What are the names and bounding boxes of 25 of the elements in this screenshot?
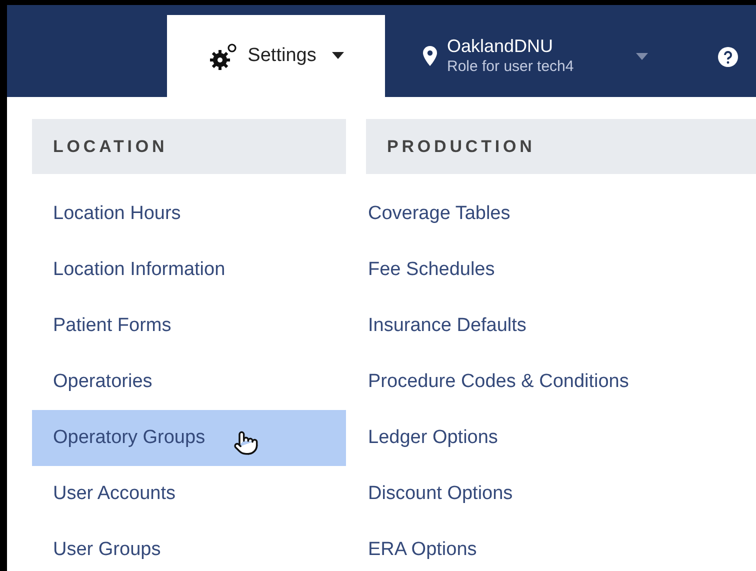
- menu-item[interactable]: Patient Forms: [32, 298, 346, 354]
- help-icon[interactable]: [718, 47, 738, 67]
- location-pin-icon: [423, 46, 437, 66]
- menu-item[interactable]: ERA Options: [366, 522, 756, 571]
- section-header: LOCATION: [32, 119, 346, 174]
- user-role: Role for user tech4: [447, 58, 574, 77]
- section-header: PRODUCTION: [366, 119, 756, 174]
- menu-item[interactable]: User Groups: [32, 522, 346, 571]
- caret-icon: [636, 52, 648, 60]
- menu-item[interactable]: Insurance Defaults: [366, 298, 756, 354]
- menu-item[interactable]: Location Information: [32, 242, 346, 298]
- menu-item[interactable]: Operatories: [32, 354, 346, 410]
- menu-item[interactable]: Coverage Tables: [366, 186, 756, 242]
- menu-item[interactable]: Location Hours: [32, 186, 346, 242]
- menu-item[interactable]: Fee Schedules: [366, 242, 756, 298]
- location-name: OaklandDNU: [447, 35, 554, 58]
- menu-item[interactable]: Discount Options: [366, 466, 756, 522]
- caret-icon: [332, 52, 344, 60]
- menu-item[interactable]: Procedure Codes & Conditions: [366, 354, 756, 410]
- settings-tab[interactable]: Settings: [167, 15, 385, 97]
- hand-cursor-icon: [233, 430, 260, 456]
- menu-item[interactable]: User Accounts: [32, 466, 346, 522]
- location-selector[interactable]: OaklandDNU Role for user tech4: [423, 15, 648, 97]
- menu-item[interactable]: Operatory Groups: [32, 410, 346, 466]
- menu-item[interactable]: Ledger Options: [366, 410, 756, 466]
